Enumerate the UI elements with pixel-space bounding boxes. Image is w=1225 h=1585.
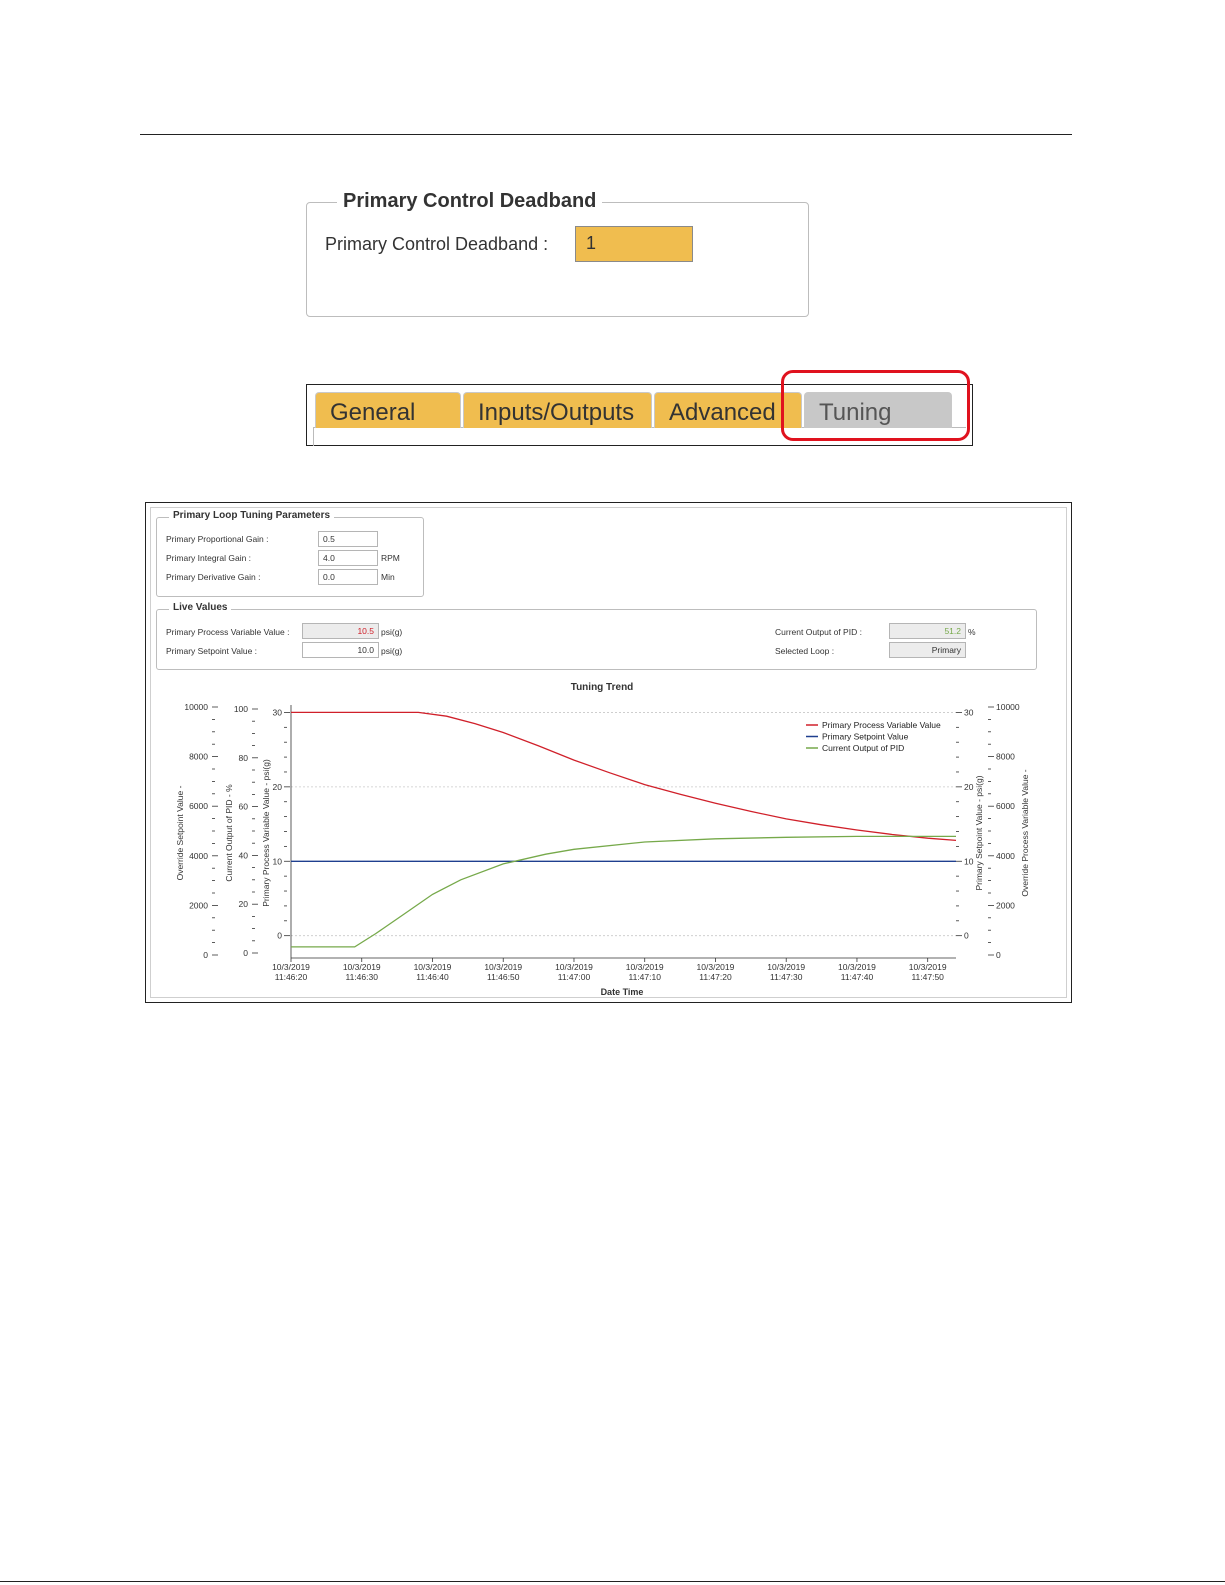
tuning-panel: Primary Loop Tuning Parameters Primary P… — [145, 502, 1072, 1003]
deadband-legend: Primary Control Deadband — [337, 190, 603, 213]
output-tick-label-4: 80 — [239, 753, 249, 763]
override-sp-tick-label-5: 10000 — [184, 702, 208, 712]
sp-right-tick-label-2: 20 — [964, 782, 974, 792]
x-tick-label-3: 10/3/2019 11:46:50 — [484, 962, 522, 982]
override-pv-tick-label-2: 4000 — [996, 851, 1015, 861]
override-sp-tick-label-2: 4000 — [189, 851, 208, 861]
tuning-trend-chart: Tuning Trend Date Time Override Setpoint… — [175, 682, 1030, 997]
override-sp-tick-label-0: 0 — [203, 950, 208, 960]
x-tick-label-1: 10/3/2019 11:46:30 — [343, 962, 381, 982]
series-line-2 — [291, 835, 956, 948]
tab-inputs-outputs[interactable]: Inputs/Outputs — [463, 392, 652, 428]
legend-label-2: Current Output of PID — [822, 743, 904, 753]
pv-axis-label: Primary Process Variable Value - psi(g) — [261, 759, 271, 907]
override-sp-axis-label: Override Setpoint Value - — [175, 785, 185, 880]
chart-title: Tuning Trend — [571, 682, 634, 693]
deadband-input[interactable]: 1 — [575, 226, 693, 262]
top-rule — [140, 134, 1072, 135]
override-pv-tick-label-3: 6000 — [996, 801, 1015, 811]
x-tick-label-7: 10/3/2019 11:47:30 — [767, 962, 805, 982]
deadband-group: Primary Control Deadband Primary Control… — [306, 190, 809, 317]
sp-right-tick-label-1: 10 — [964, 856, 974, 866]
x-tick-label-8: 10/3/2019 11:47:40 — [838, 962, 876, 982]
override-sp-tick-label-3: 6000 — [189, 801, 208, 811]
sp-right-tick-label-3: 30 — [964, 707, 974, 717]
x-tick-label-4: 10/3/2019 11:47:00 — [555, 962, 593, 982]
override-pv-tick-label-5: 10000 — [996, 702, 1020, 712]
deadband-label: Primary Control Deadband : — [325, 234, 549, 254]
output-tick-label-0: 0 — [243, 948, 248, 958]
override-pv-axis-label: Override Process Variable Value - — [1020, 769, 1030, 896]
sp-right-tick-label-0: 0 — [964, 931, 969, 941]
tab-advanced[interactable]: Advanced — [654, 392, 802, 428]
legend-label-1: Primary Setpoint Value — [822, 732, 909, 742]
pv-left-tick-label-0: 0 — [277, 931, 282, 941]
pv-left-tick-label-3: 30 — [273, 707, 283, 717]
override-pv-tick-label-4: 8000 — [996, 752, 1015, 762]
output-tick-label-1: 20 — [239, 899, 249, 909]
override-pv-tick-label-1: 2000 — [996, 900, 1015, 910]
x-tick-label-5: 10/3/2019 11:47:10 — [626, 962, 664, 982]
output-axis-label: Current Output of PID - % — [224, 784, 234, 882]
override-sp-tick-label-4: 8000 — [189, 752, 208, 762]
pv-left-tick-label-1: 10 — [273, 856, 283, 866]
override-pv-tick-label-0: 0 — [996, 950, 1001, 960]
pv-left-tick-label-2: 20 — [273, 782, 283, 792]
output-tick-label-3: 60 — [239, 802, 249, 812]
output-tick-label-5: 100 — [234, 704, 248, 714]
x-tick-label-2: 10/3/2019 11:46:40 — [414, 962, 452, 982]
tuning-tab-highlight — [781, 370, 970, 441]
legend-label-0: Primary Process Variable Value — [822, 720, 941, 730]
x-tick-label-6: 10/3/2019 11:47:20 — [697, 962, 735, 982]
tab-general[interactable]: General — [315, 392, 461, 428]
output-tick-label-2: 40 — [239, 850, 249, 860]
override-sp-tick-label-1: 2000 — [189, 900, 208, 910]
x-axis-label: Date Time — [601, 987, 644, 997]
x-tick-label-0: 10/3/2019 11:46:20 — [272, 962, 310, 982]
x-tick-label-9: 10/3/2019 11:47:50 — [909, 962, 947, 982]
bottom-rule — [0, 1581, 1225, 1582]
sp-right-axis-label: Primary Setpoint Value - psi(g) — [974, 775, 984, 890]
chart-legend: Primary Process Variable Value Primary Se… — [806, 720, 941, 753]
